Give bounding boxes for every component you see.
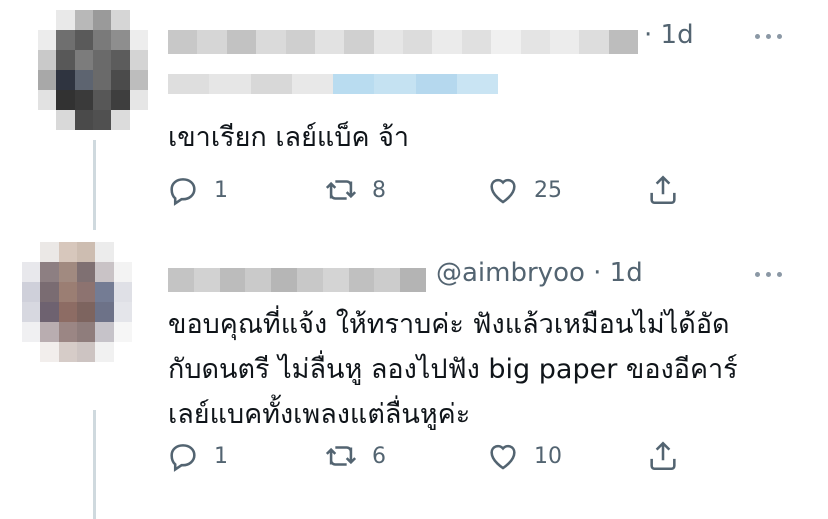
heart-icon xyxy=(490,444,516,470)
display-name-blurred xyxy=(168,30,638,54)
retweet-button[interactable]: 8 xyxy=(324,170,386,210)
retweet-icon xyxy=(325,446,357,466)
reply-icon xyxy=(170,444,196,472)
more-icon[interactable] xyxy=(755,34,782,39)
like-button[interactable]: 25 xyxy=(486,170,562,210)
reply-count: 1 xyxy=(214,177,228,203)
share-icon xyxy=(650,441,676,471)
tweet-actions: 1 8 25 xyxy=(0,170,828,210)
retweet-count: 6 xyxy=(372,443,386,469)
heart-icon xyxy=(490,178,516,204)
reply-button[interactable]: 1 xyxy=(166,436,228,476)
reply-button[interactable]: 1 xyxy=(166,170,228,210)
like-count: 25 xyxy=(534,177,562,203)
share-icon xyxy=(650,175,676,205)
handle-blurred xyxy=(168,74,498,94)
reply-count: 1 xyxy=(214,443,228,469)
tweet-reply[interactable]: · 1d เขาเรียก เลย์แบ็ค จ้า 1 8 25 xyxy=(0,0,828,228)
avatar[interactable] xyxy=(38,10,148,130)
tweet-text: เขาเรียก เลย์แบ็ค จ้า xyxy=(168,122,410,153)
share-button[interactable] xyxy=(646,436,680,476)
share-button[interactable] xyxy=(646,170,680,210)
reply-icon xyxy=(170,178,196,206)
tweet-text: ขอบคุณที่แจ้ง ให้ทราบค่ะ ฟังแล้วเหมือนไม… xyxy=(168,309,738,430)
tweet-handle-timestamp[interactable]: @aimbryoo · 1d xyxy=(436,258,643,288)
avatar[interactable] xyxy=(22,242,132,362)
more-icon[interactable] xyxy=(755,272,782,277)
like-count: 10 xyxy=(534,443,562,469)
tweet-reply[interactable]: @aimbryoo · 1d ขอบคุณที่แจ้ง ให้ทราบค่ะ … xyxy=(0,228,828,519)
display-name-blurred xyxy=(168,268,426,292)
like-button[interactable]: 10 xyxy=(486,436,562,476)
tweet-timestamp[interactable]: · 1d xyxy=(644,20,694,50)
retweet-count: 8 xyxy=(372,177,386,203)
retweet-button[interactable]: 6 xyxy=(324,436,386,476)
retweet-icon xyxy=(325,180,357,200)
tweet-actions: 1 6 10 xyxy=(0,436,828,476)
